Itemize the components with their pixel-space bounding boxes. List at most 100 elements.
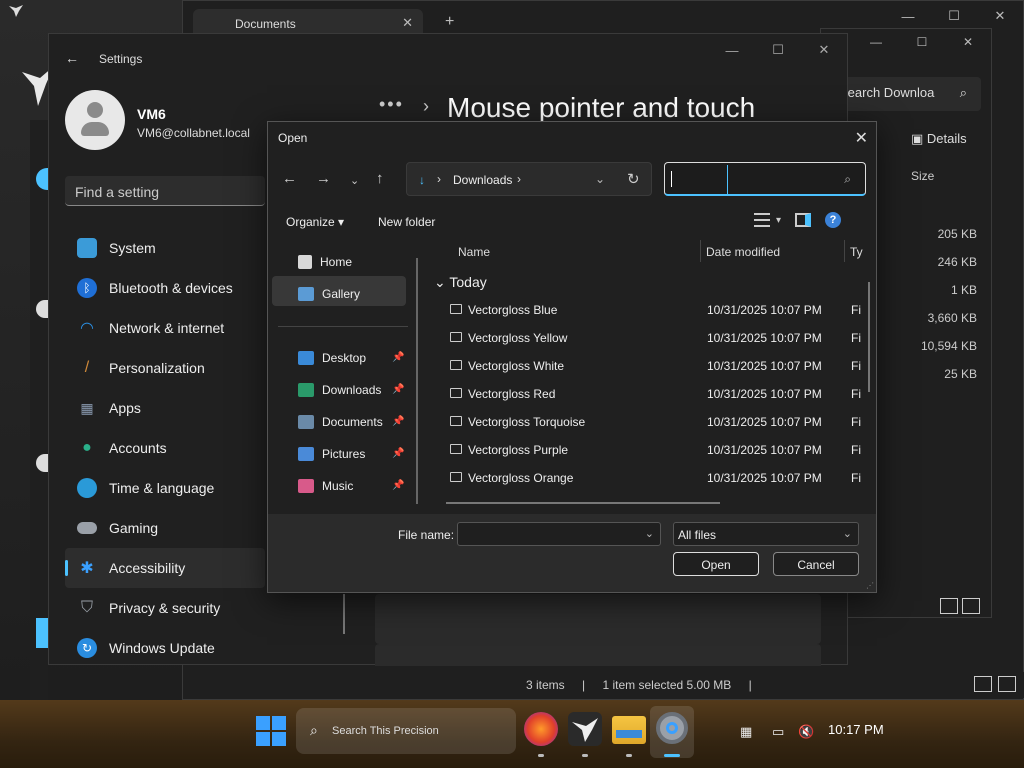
minimize-icon[interactable]: — [709,34,755,66]
sidebar-item-gaming[interactable]: Gaming [65,508,265,548]
sidebar-item-bluetooth[interactable]: ᛒ Bluetooth & devices [65,268,265,308]
column-header-date[interactable]: Date modified [706,245,780,259]
scrollbar[interactable] [343,594,345,634]
sidebar-item-gallery[interactable]: Gallery [298,284,360,304]
close-icon[interactable]: ✕ [801,34,847,66]
list-item[interactable]: Vectorgloss Torquoise 10/31/2025 10:07 P… [428,408,868,436]
scrollbar[interactable] [416,258,418,504]
chevron-down-icon[interactable]: ⌄ [645,527,654,540]
list-item[interactable]: Vectorgloss White 10/31/2025 10:07 PM Fi [428,352,868,380]
open-button[interactable]: Open [673,552,759,576]
search-input[interactable]: ⌕ [664,162,866,196]
settings-card[interactable] [375,594,821,644]
pin-icon[interactable]: 📌 [392,448,404,459]
pin-icon[interactable]: 📌 [392,384,404,395]
maximize-icon[interactable]: ☐ [899,29,945,55]
recent-locations-icon[interactable]: ⌄ [350,174,359,187]
sidebar-item-privacy[interactable]: ⛉ Privacy & security [65,588,265,628]
details-view-icon[interactable] [940,598,958,614]
forward-arrow-icon[interactable]: → [316,170,331,187]
blue-button[interactable] [36,618,48,648]
sidebar-item-documents[interactable]: Documents [298,412,383,432]
column-header-type[interactable]: Ty [850,245,863,259]
file-name-input[interactable]: ⌄ [457,522,661,546]
tiles-view-icon[interactable] [962,598,980,614]
network-icon[interactable]: ▭ [772,724,784,740]
sidebar-item-music[interactable]: Music [298,476,353,496]
taskbar-search[interactable]: ⌕ Search This Precision [296,708,516,754]
vertical-scrollbar[interactable] [868,282,870,392]
explorer-tab[interactable]: Documents ✕ [193,9,423,35]
sidebar-item-accessibility[interactable]: ✱ Accessibility [65,548,265,588]
clock[interactable]: 10:17 PM [828,722,884,737]
address-path[interactable]: Downloads [453,173,512,187]
help-icon[interactable]: ? [825,212,842,228]
back-arrow-icon[interactable]: ← [282,170,297,187]
cancel-button[interactable]: Cancel [773,552,859,576]
find-setting-input[interactable]: Find a setting [65,176,265,206]
details-button[interactable]: ▣ Details [911,131,967,147]
organize-button[interactable]: Organize ▾ [286,215,344,229]
close-icon[interactable]: ✕ [945,29,991,55]
pin-icon[interactable]: 📌 [392,416,404,427]
new-tab-icon[interactable]: + [445,13,454,31]
eagle-app-icon[interactable] [568,712,602,746]
qr-icon[interactable]: ▦ [740,724,752,740]
list-item[interactable]: Vectorgloss Purple 10/31/2025 10:07 PM F… [428,436,868,464]
firefox-icon[interactable] [524,712,558,746]
tiles-view-icon[interactable] [998,676,1016,692]
resize-grip-icon[interactable]: ⋰ [866,581,874,590]
list-item[interactable]: Vectorgloss Blue 10/31/2025 10:07 PM Fi [428,296,868,324]
sidebar-item-accounts[interactable]: ● Accounts [65,428,265,468]
size-column-header[interactable]: Size [911,169,934,183]
avatar[interactable] [65,90,125,150]
chevron-right-icon[interactable]: › [437,172,441,186]
close-tab-icon[interactable]: ✕ [402,15,413,31]
maximize-icon[interactable]: ☐ [931,1,977,31]
maximize-icon[interactable]: ☐ [755,34,801,66]
pin-icon[interactable]: 📌 [392,480,404,491]
address-bar[interactable]: ↓ › Downloads › ⌄ ↻ [406,162,652,196]
column-separator[interactable] [700,240,701,262]
minimize-icon[interactable]: — [885,1,931,31]
list-item[interactable]: Vectorgloss Yellow 10/31/2025 10:07 PM F… [428,324,868,352]
settings-gear-icon[interactable] [656,712,688,744]
file-type-select[interactable]: All files ⌄ [673,522,859,546]
sidebar-item-downloads[interactable]: Downloads [298,380,381,400]
chevron-down-icon[interactable]: ⌄ [595,172,605,186]
sidebar-item-desktop[interactable]: Desktop [298,348,366,368]
list-item[interactable]: Vectorgloss Red 10/31/2025 10:07 PM Fi [428,380,868,408]
sidebar-item-time-language[interactable]: Time & language [65,468,265,508]
sidebar-item-pictures[interactable]: Pictures [298,444,365,464]
file-explorer-icon[interactable] [612,716,646,744]
chevron-down-icon[interactable]: ▾ [776,215,781,226]
pin-icon[interactable]: 📌 [392,352,404,363]
sidebar-item-personalization[interactable]: / Personalization [65,348,265,388]
column-separator[interactable] [844,240,845,262]
minimize-icon[interactable]: — [853,29,899,55]
sidebar-item-apps[interactable]: ▦ Apps [65,388,265,428]
sidebar-item-windows-update[interactable]: ↻ Windows Update [65,628,265,668]
refresh-icon[interactable]: ↻ [627,170,640,188]
breadcrumb-overflow[interactable]: ••• [379,94,404,115]
divider: | [582,678,586,692]
start-button[interactable] [256,716,286,746]
settings-card[interactable] [375,644,821,666]
close-icon[interactable]: ✕ [855,128,868,148]
volume-muted-icon[interactable]: 🔇 [798,724,814,740]
list-item[interactable]: Vectorgloss Orange 10/31/2025 10:07 PM F… [428,464,868,492]
list-view-icon[interactable] [754,213,770,227]
chevron-right-icon[interactable]: › [517,172,521,186]
details-view-icon[interactable] [974,676,992,692]
sidebar-item-network[interactable]: ◠ Network & internet [65,308,265,348]
up-arrow-icon[interactable]: ↑ [376,170,384,187]
new-folder-button[interactable]: New folder [378,215,435,229]
back-arrow-icon[interactable]: ← [65,50,79,66]
column-header-name[interactable]: Name [458,245,490,259]
preview-pane-icon[interactable] [795,213,812,227]
sidebar-item-system[interactable]: System [65,228,265,268]
group-header[interactable]: ⌄ Today [434,274,487,291]
close-icon[interactable]: ✕ [977,1,1023,31]
sidebar-item-home[interactable]: Home [298,252,352,272]
horizontal-scrollbar[interactable] [446,502,720,504]
